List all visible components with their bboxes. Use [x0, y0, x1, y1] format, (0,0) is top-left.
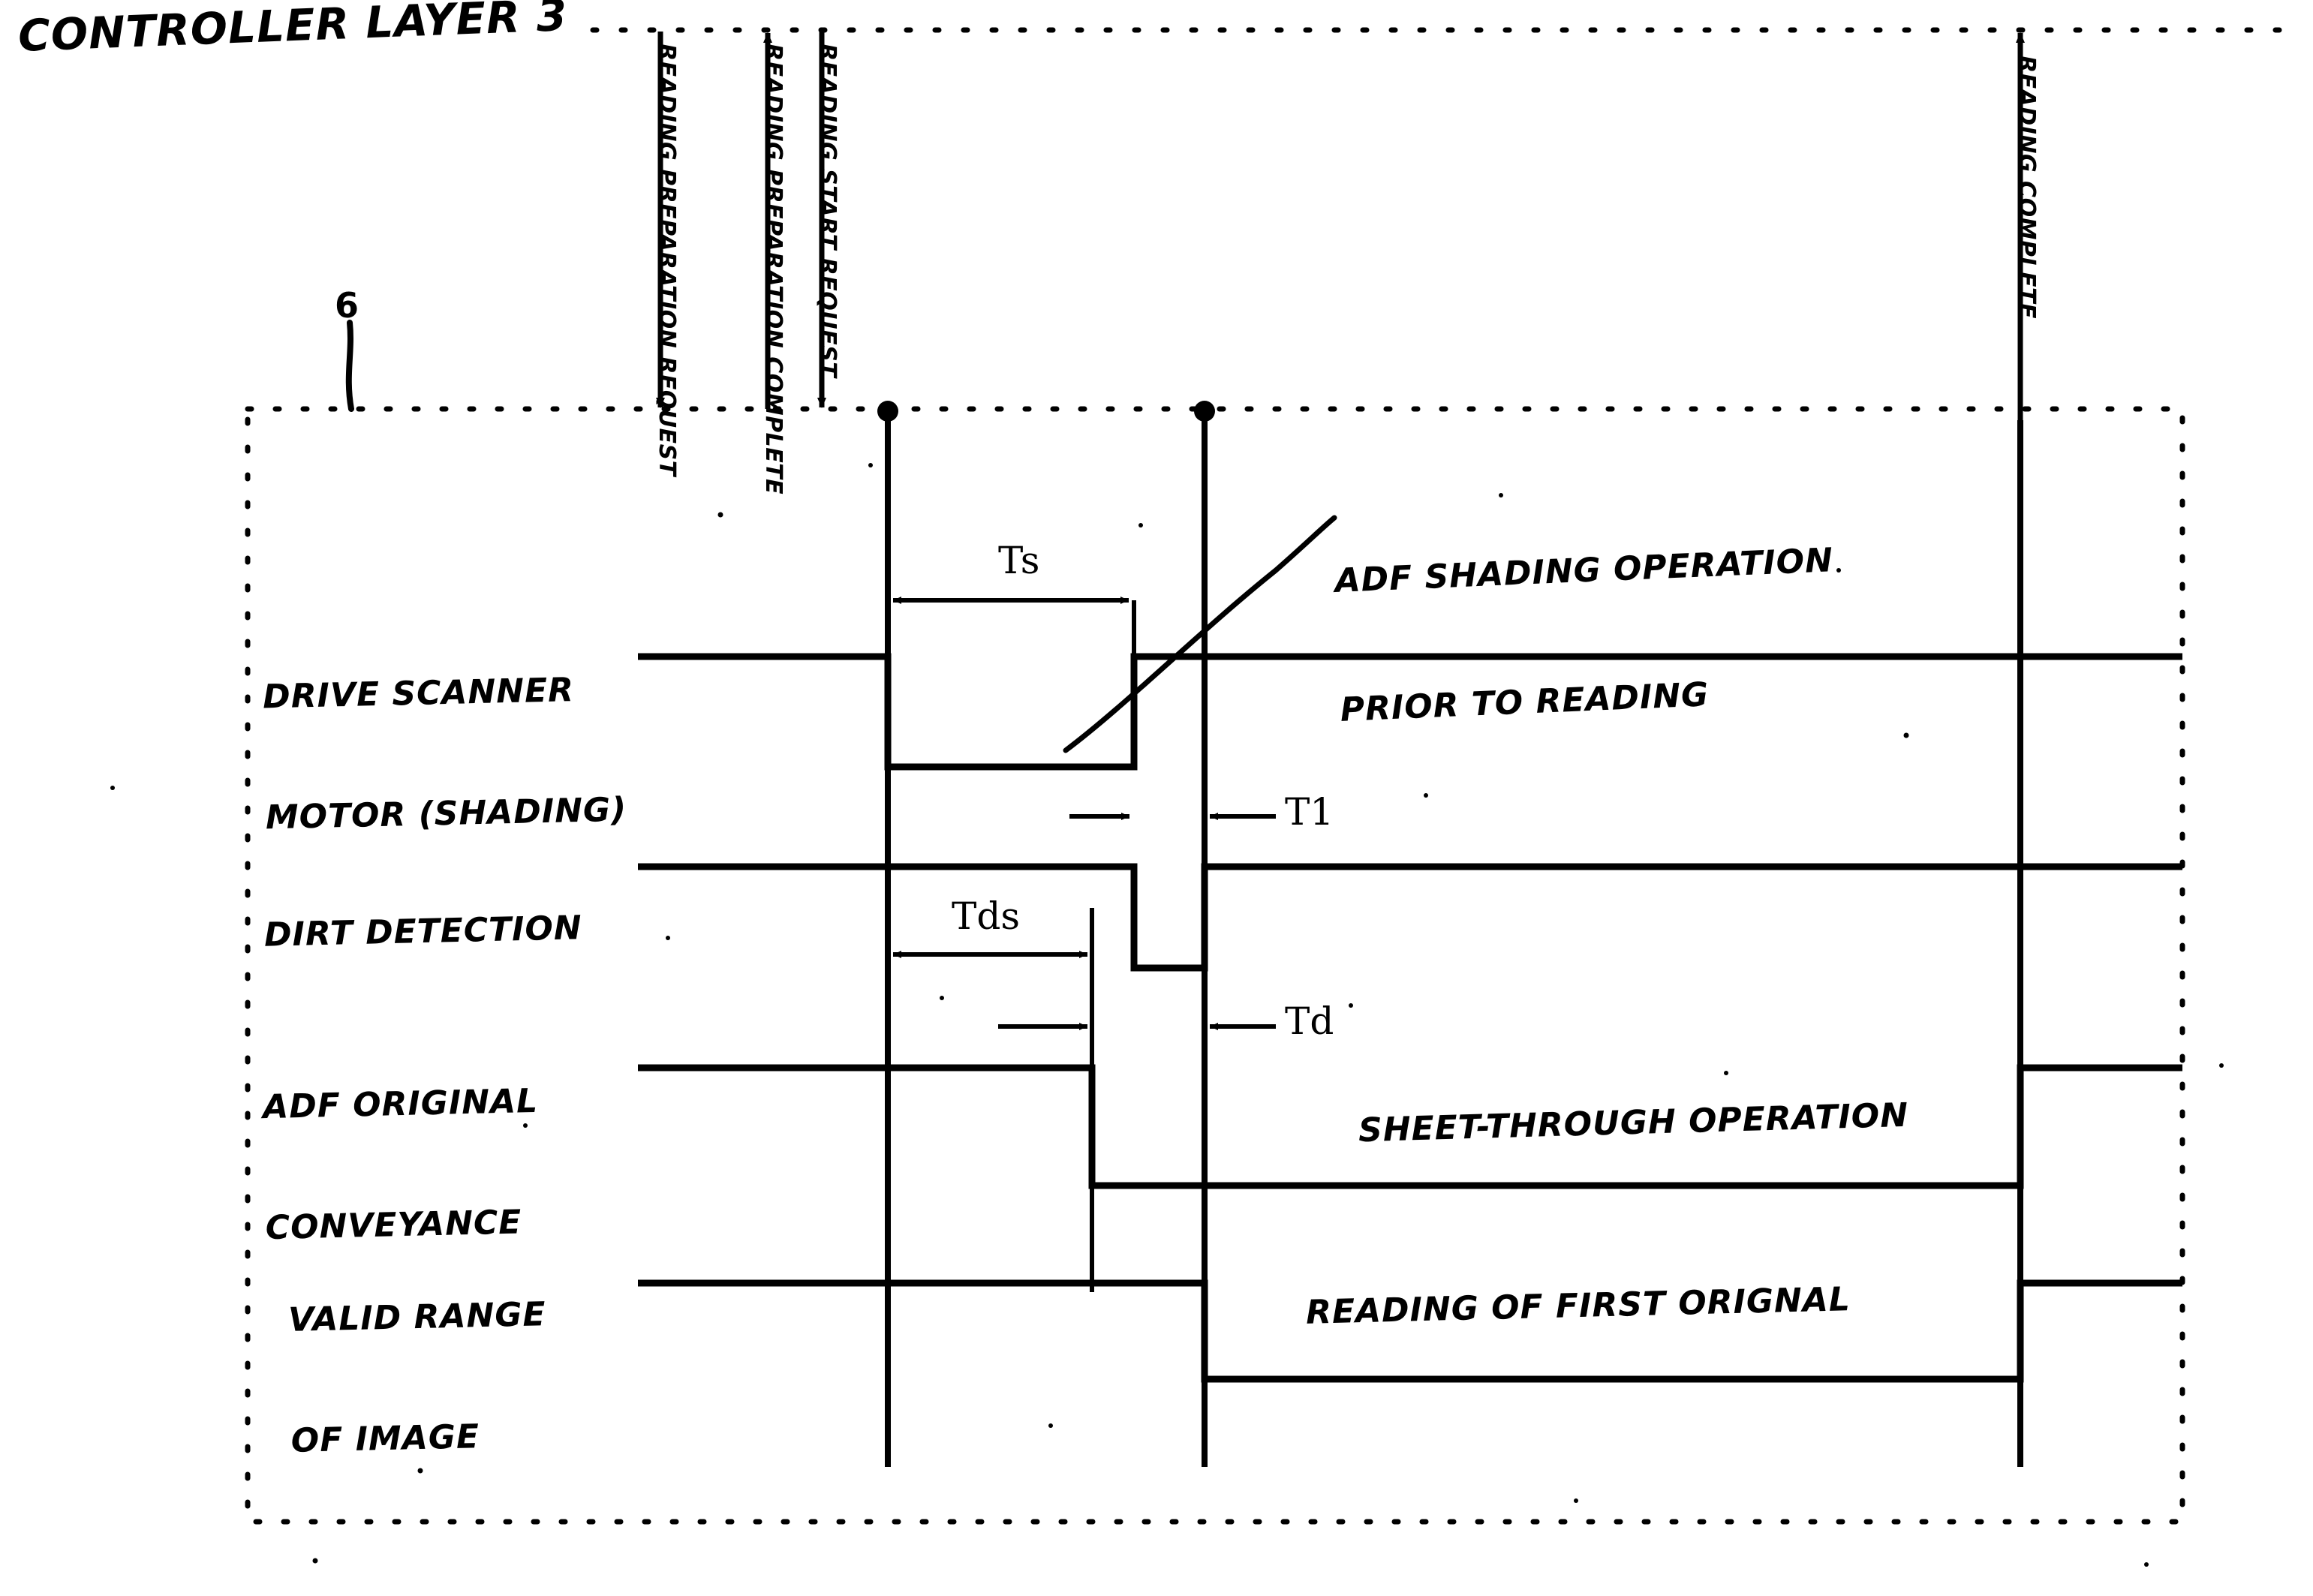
- row-label-line1: ADF ORIGINAL: [262, 1082, 539, 1127]
- annotation-line1: ADF SHADING OPERATION: [1334, 541, 1834, 601]
- reference-leader-line: [345, 320, 354, 412]
- interval-label-Tds: Tds: [952, 894, 1021, 938]
- row-label-line2: OF IMAGE: [290, 1417, 480, 1461]
- interval-label-Ts: Ts: [998, 539, 1040, 582]
- signal-label-reading-start-request: READING START REQUEST: [814, 44, 841, 378]
- row-label-line1: DIRT DETECTION: [263, 909, 583, 955]
- annotation-line2: PRIOR TO READING: [1339, 675, 1710, 729]
- reference-number-6: 6: [335, 285, 359, 326]
- interval-arrow-Ts: [893, 597, 1136, 765]
- callout-leader-adf-shading: [1063, 515, 1337, 753]
- waveform-valid-range-of-image: [638, 1186, 2182, 1383]
- row-label-line1: DRIVE SCANNER: [262, 671, 575, 717]
- interval-label-Td: Td: [1285, 999, 1334, 1043]
- signal-label-reading-preparation-request: READING PREPARATION REQUEST: [654, 44, 680, 476]
- signal-label-reading-preparation-complete: READING PREPARATION COMPLETE: [760, 44, 787, 495]
- signal-label-reading-complete: READING COMPLETE: [2014, 56, 2040, 319]
- waveform-dirt-detection: [638, 863, 2182, 972]
- figure-canvas: CONTROLLER LAYER 3 6 READING PREPARATION…: [0, 0, 2313, 1596]
- row-label-line1: VALID RANGE: [287, 1295, 547, 1340]
- row-label-valid-range-of-image: VALID RANGE OF IMAGE: [286, 1214, 551, 1542]
- interval-label-T1: T1: [1285, 790, 1334, 834]
- annotation-adf-shading: ADF SHADING OPERATION PRIOR TO READING: [1331, 453, 1843, 817]
- timeline-guide-reading-start: [877, 401, 898, 1467]
